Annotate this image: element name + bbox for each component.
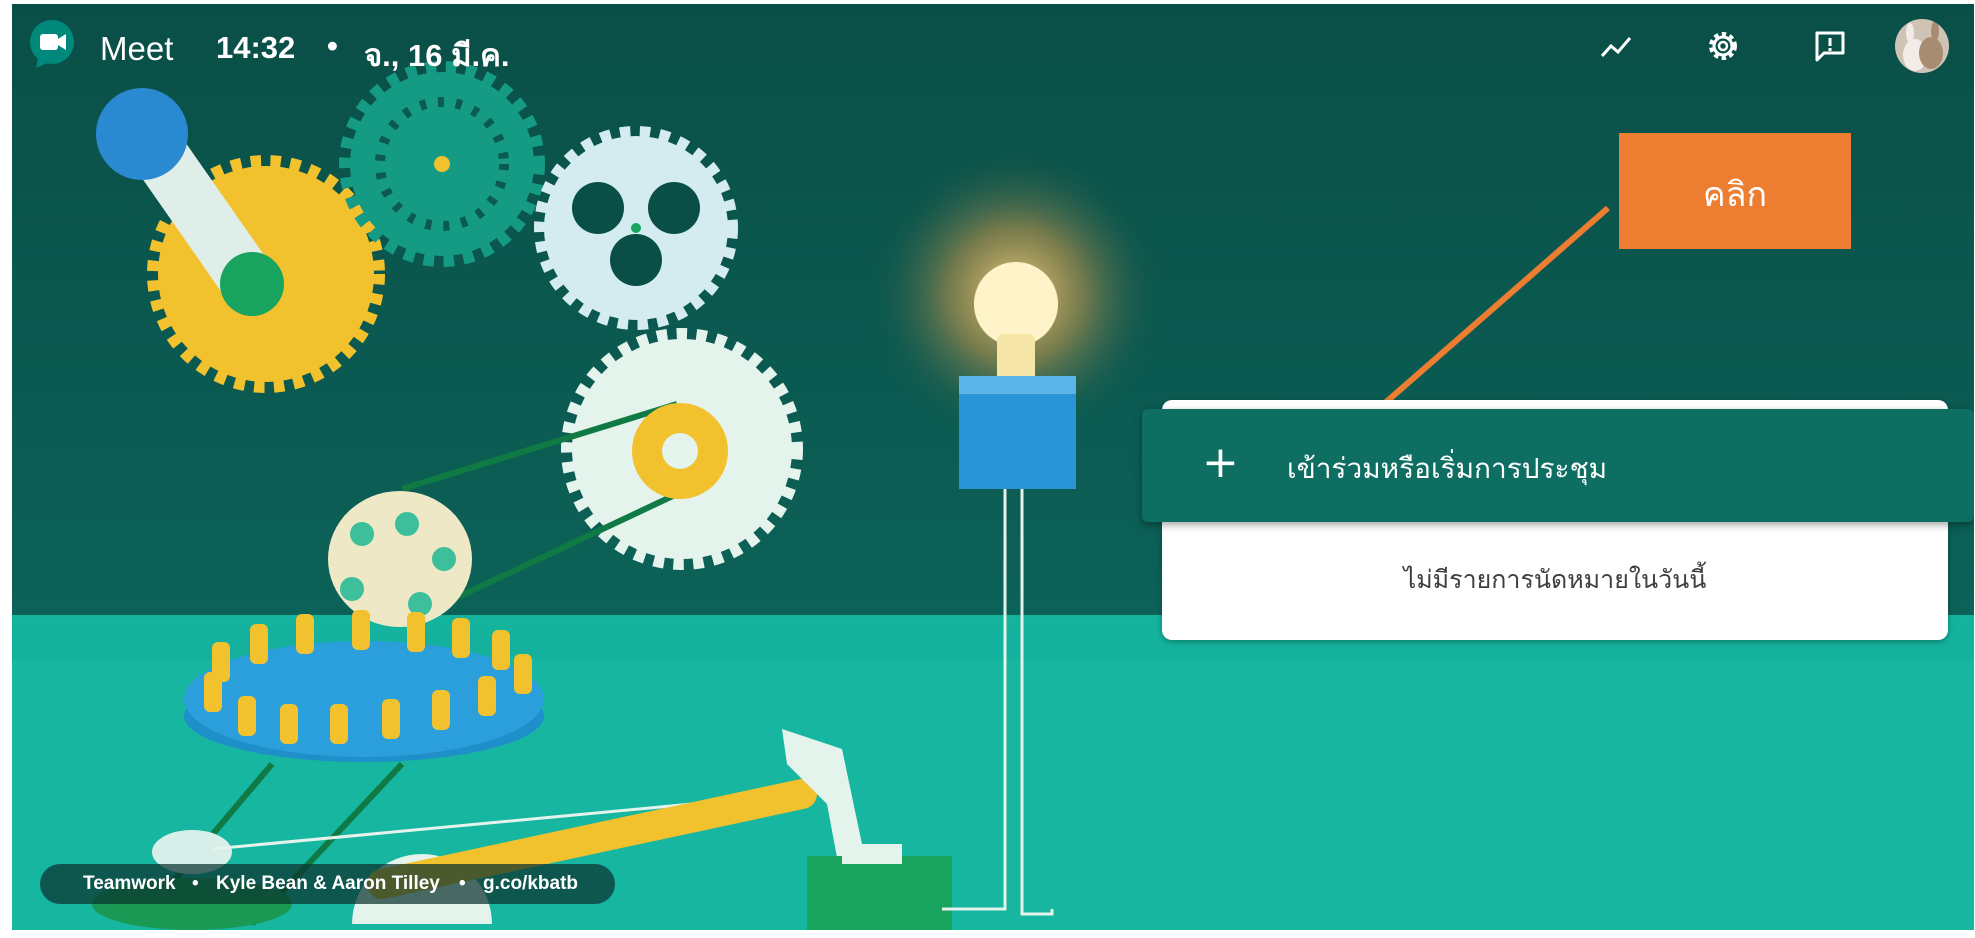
- no-meetings-message: ไม่มีรายการนัดหมายในวันนี้: [1403, 565, 1707, 594]
- background-credit[interactable]: Teamwork • Kyle Bean & Aaron Tilley • g.…: [40, 864, 615, 904]
- credit-separator-2: •: [459, 873, 466, 894]
- top-bar: Meet 14:32 • จ., 16 มี.ค.: [12, 4, 1974, 88]
- lightblue-gear: [534, 126, 738, 330]
- join-button-label: เข้าร่วมหรือเริ่มการประชุม: [1287, 452, 1608, 485]
- credit-link[interactable]: g.co/kbatb: [483, 873, 578, 895]
- meet-home-screen: Meet 14:32 • จ., 16 มี.ค. + เข้าร่วมหรือ…: [12, 4, 1974, 930]
- callout-label: คลิก: [1702, 175, 1768, 215]
- click-annotation-callout: คลิก: [1619, 133, 1851, 249]
- teal-gear: [339, 61, 545, 267]
- credit-title: Teamwork: [83, 873, 176, 894]
- join-or-start-meeting-button[interactable]: + เข้าร่วมหรือเริ่มการประชุม: [1142, 409, 1974, 522]
- user-avatar-icon: [1895, 19, 1949, 73]
- plus-icon: +: [1202, 437, 1239, 488]
- credit-authors: Kyle Bean & Aaron Tilley: [216, 873, 440, 894]
- meet-logo-icon: [30, 20, 74, 68]
- clock-time: 14:32: [216, 30, 296, 65]
- lightbulb: [974, 262, 1058, 346]
- current-date: จ., 16 มี.ค.: [364, 38, 510, 73]
- credit-separator: •: [192, 873, 199, 894]
- feedback-icon[interactable]: [1812, 28, 1848, 64]
- activity-chart-icon[interactable]: [1598, 28, 1634, 64]
- header-separator: •: [327, 28, 338, 63]
- avatar[interactable]: [1895, 19, 1949, 73]
- gear-icon[interactable]: [1705, 28, 1741, 64]
- app-name: Meet: [100, 30, 174, 67]
